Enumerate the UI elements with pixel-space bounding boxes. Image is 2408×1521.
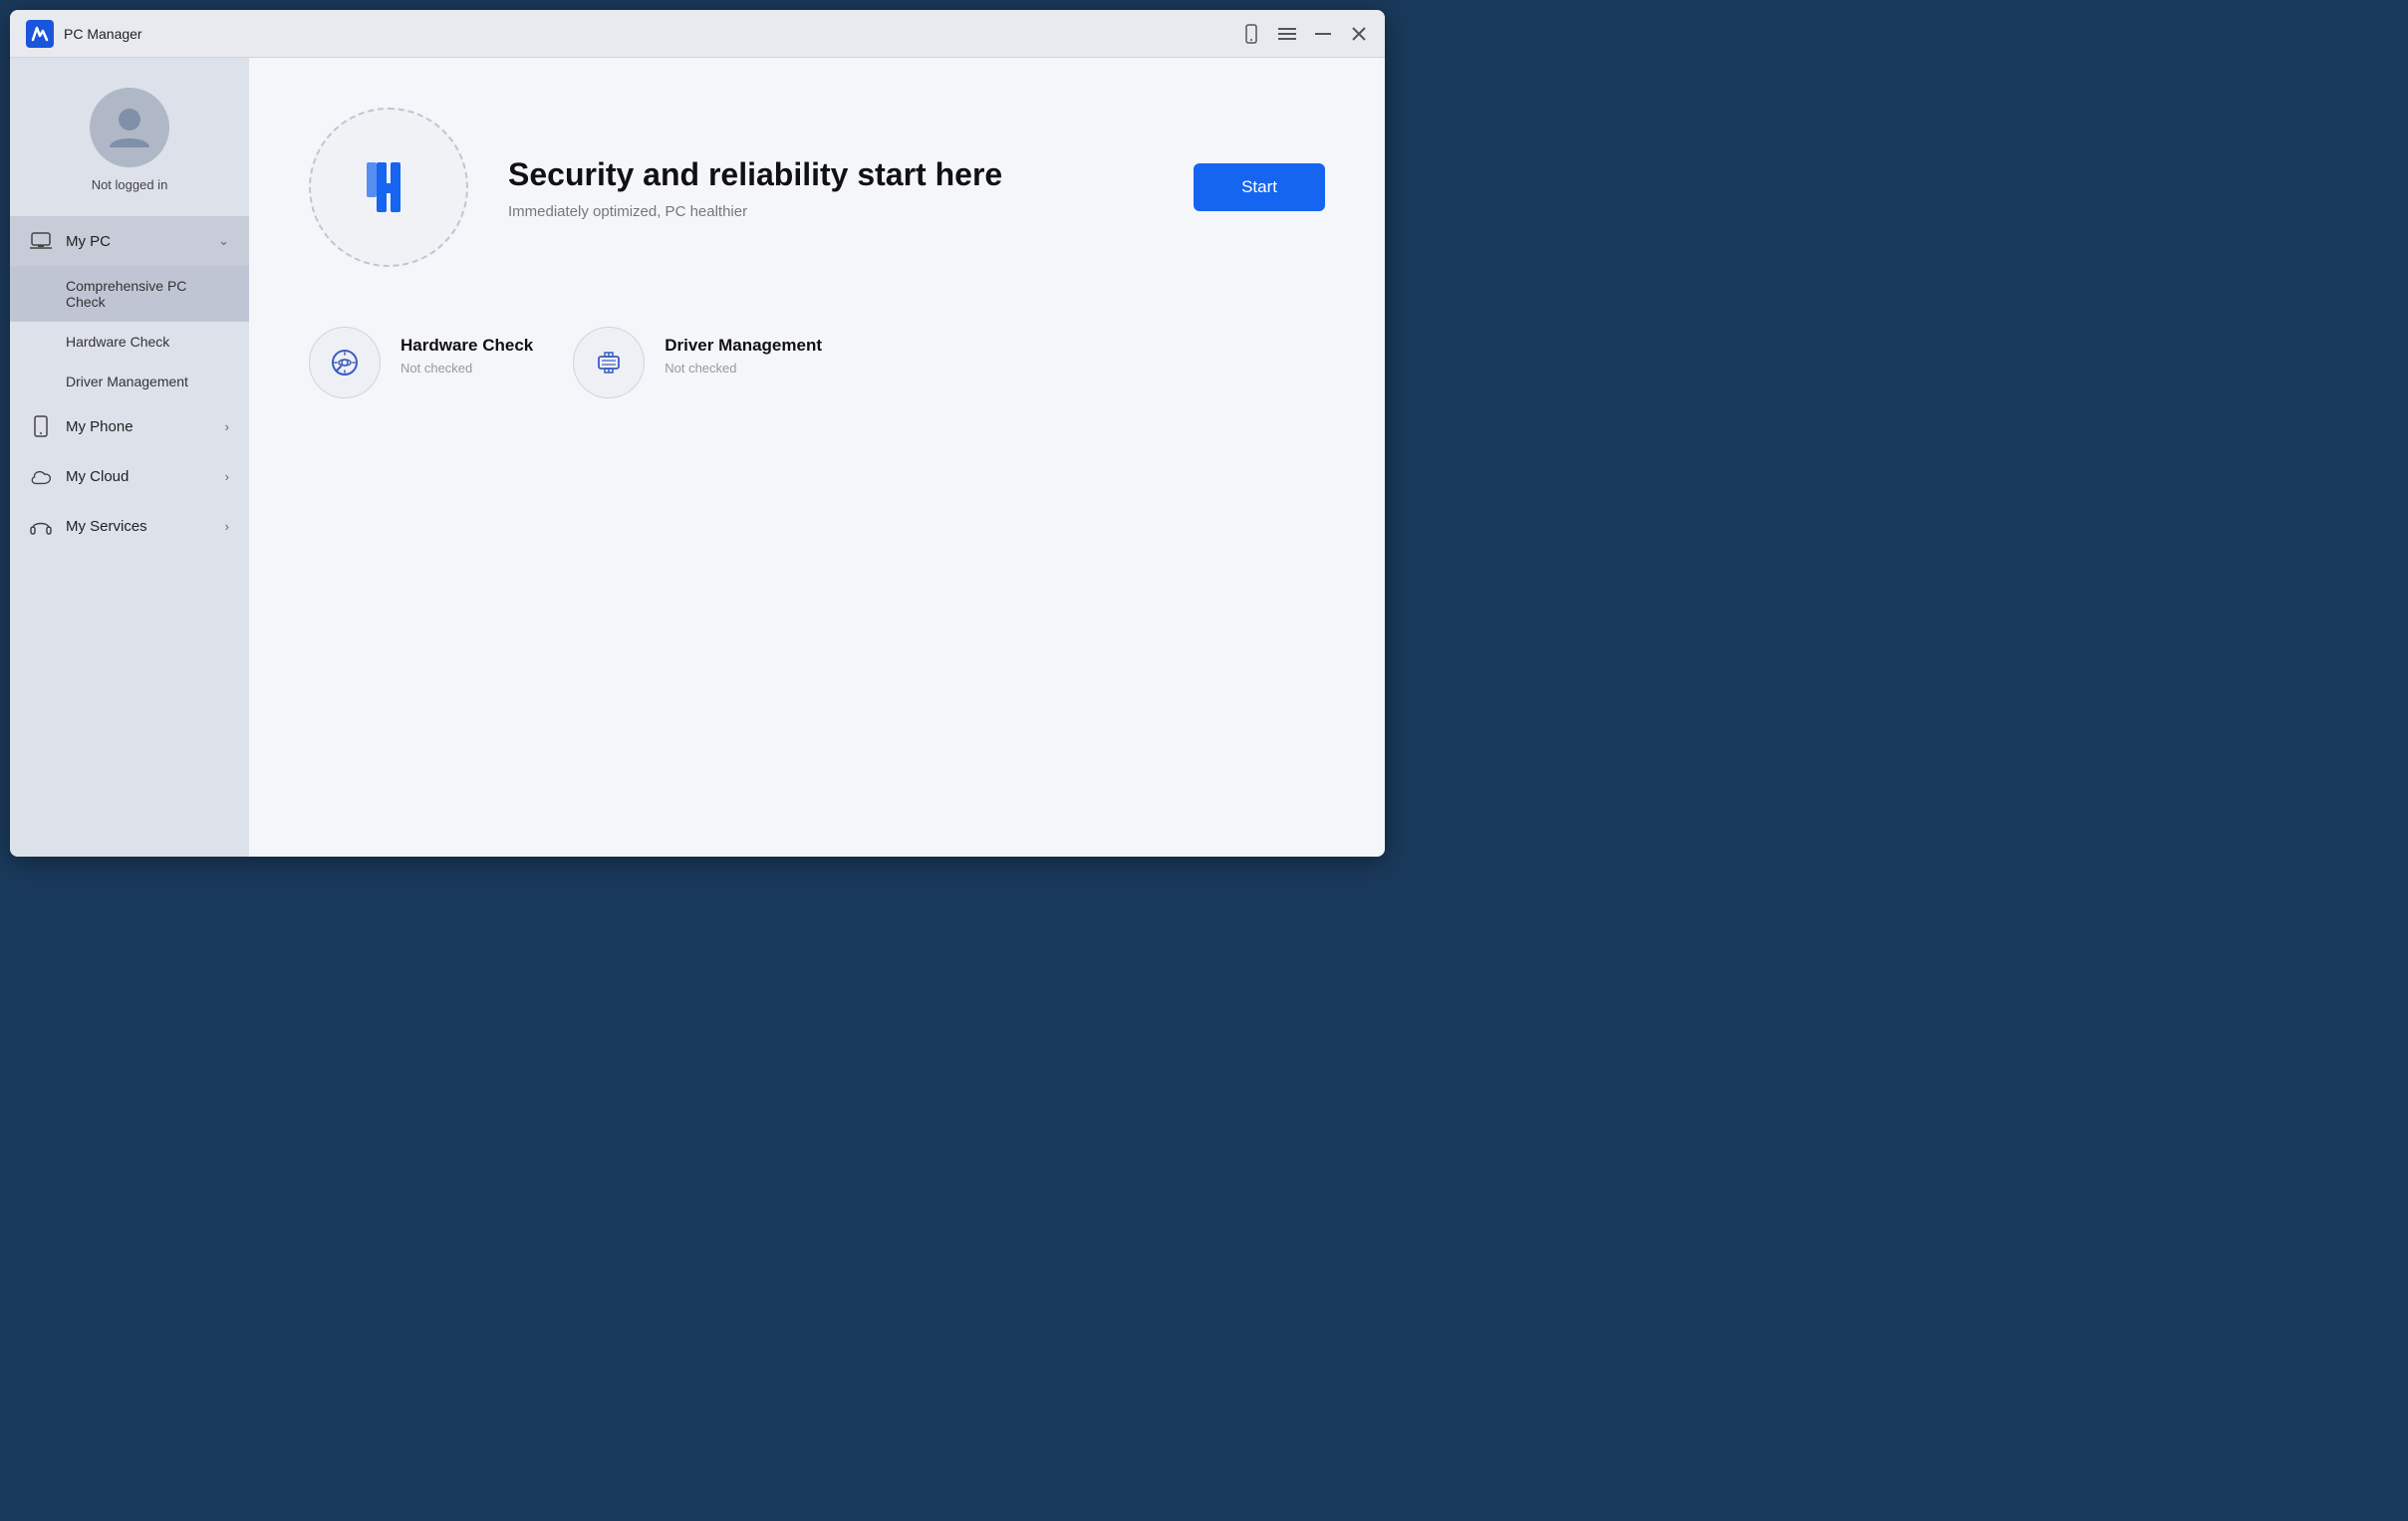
minimize-button[interactable]	[1313, 24, 1333, 44]
window-controls	[1241, 24, 1369, 44]
hardware-check-title: Hardware Check	[401, 335, 533, 357]
sidebar-item-hardware-check[interactable]: Hardware Check	[10, 322, 249, 362]
hardware-check-label: Hardware Check	[66, 334, 169, 350]
sidebar: Not logged in My PC ⌄	[10, 58, 249, 857]
driver-management-info: Driver Management Not checked	[665, 327, 822, 376]
chevron-right-icon-phone: ›	[225, 419, 229, 434]
hero-logo-circle	[309, 108, 468, 267]
my-services-label: My Services	[66, 518, 211, 535]
comprehensive-pc-check-label: Comprehensive PC Check	[66, 278, 229, 310]
sidebar-item-my-phone[interactable]: My Phone ›	[10, 401, 249, 451]
title-bar-logo: PC Manager	[26, 20, 1241, 48]
hero-title: Security and reliability start here	[508, 154, 1154, 196]
hero-text: Security and reliability start here Imme…	[508, 154, 1154, 221]
cards-section: Hardware Check Not checked	[309, 327, 1325, 398]
user-section: Not logged in	[10, 78, 249, 216]
app-logo-icon	[26, 20, 54, 48]
sidebar-item-my-pc[interactable]: My PC ⌄	[10, 216, 249, 266]
driver-management-label: Driver Management	[66, 374, 188, 389]
phone-icon[interactable]	[1241, 24, 1261, 44]
hardware-check-info: Hardware Check Not checked	[401, 327, 533, 376]
pc-manager-logo-icon	[349, 147, 428, 227]
hardware-check-icon	[327, 345, 363, 380]
menu-icon[interactable]	[1277, 24, 1297, 44]
my-pc-label: My PC	[66, 233, 204, 250]
hardware-check-card: Hardware Check Not checked	[309, 327, 533, 398]
app-title: PC Manager	[64, 26, 142, 42]
driver-management-card: Driver Management Not checked	[573, 327, 822, 398]
chevron-right-icon-services: ›	[225, 519, 229, 534]
user-status-label: Not logged in	[92, 177, 168, 192]
close-button[interactable]	[1349, 24, 1369, 44]
sidebar-item-my-cloud[interactable]: My Cloud ›	[10, 451, 249, 501]
driver-management-title: Driver Management	[665, 335, 822, 357]
sidebar-item-driver-management[interactable]: Driver Management	[10, 362, 249, 401]
driver-management-status: Not checked	[665, 361, 822, 376]
hardware-check-status: Not checked	[401, 361, 533, 376]
chevron-down-icon: ⌄	[218, 233, 229, 249]
laptop-icon	[30, 230, 52, 252]
avatar	[90, 88, 169, 167]
cloud-icon	[30, 465, 52, 487]
start-button[interactable]: Start	[1194, 163, 1325, 211]
title-bar: PC Manager	[10, 10, 1385, 58]
my-phone-label: My Phone	[66, 418, 211, 435]
my-cloud-label: My Cloud	[66, 468, 211, 485]
nav-section: My PC ⌄ Comprehensive PC Check Hardware …	[10, 216, 249, 847]
headphone-icon	[30, 515, 52, 537]
sidebar-item-comprehensive-pc-check[interactable]: Comprehensive PC Check	[10, 266, 249, 322]
hero-subtitle: Immediately optimized, PC healthier	[508, 203, 1154, 220]
hardware-check-icon-circle[interactable]	[309, 327, 381, 398]
driver-management-icon	[591, 345, 627, 380]
sidebar-item-my-services[interactable]: My Services ›	[10, 501, 249, 551]
content-area: Security and reliability start here Imme…	[249, 58, 1385, 857]
main-layout: Not logged in My PC ⌄	[10, 58, 1385, 857]
app-window: PC Manager	[10, 10, 1385, 857]
driver-management-icon-circle[interactable]	[573, 327, 645, 398]
chevron-right-icon-cloud: ›	[225, 469, 229, 484]
phone-nav-icon	[30, 415, 52, 437]
hero-section: Security and reliability start here Imme…	[309, 108, 1325, 267]
